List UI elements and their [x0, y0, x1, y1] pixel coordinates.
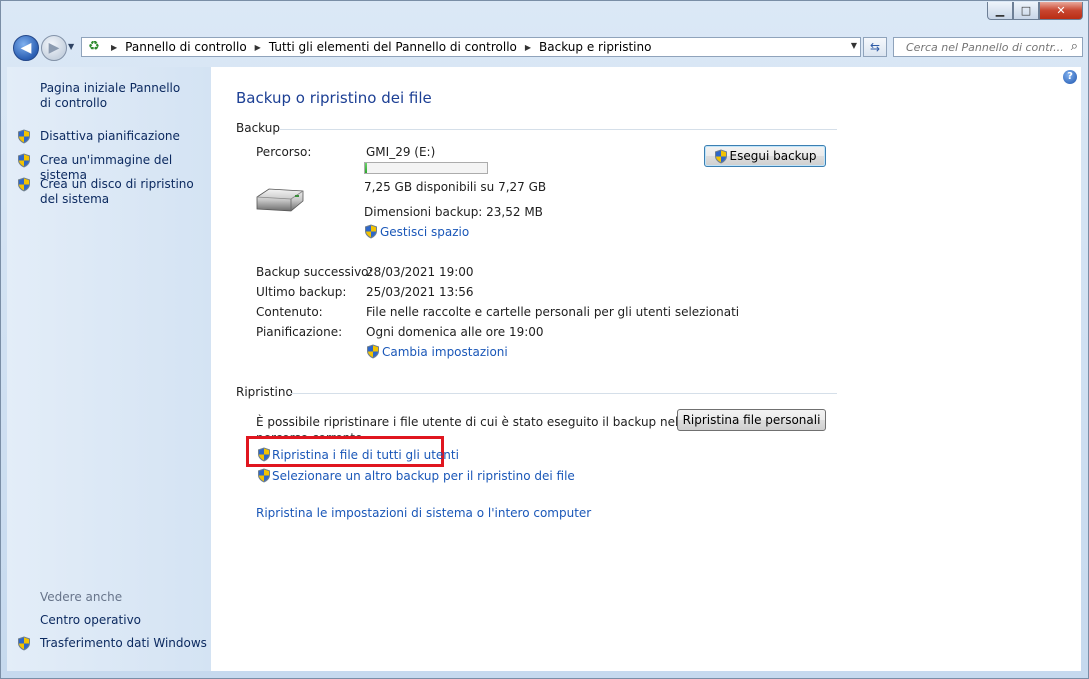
location-label: Percorso:: [256, 145, 312, 159]
manage-space-link[interactable]: Gestisci spazio: [380, 225, 469, 239]
sidebar-item-action-center[interactable]: Centro operativo: [40, 613, 141, 628]
backup-restore-window: ▁ □ ✕ ◀ ▶ ▼ ♻ ▶ Pannello di controllo ▶ …: [0, 0, 1089, 679]
restore-personal-files-button[interactable]: Ripristina file personali: [677, 409, 826, 431]
schedule-value: Ogni domenica alle ore 19:00: [366, 325, 544, 339]
sidebar-item-disable-schedule[interactable]: Disattiva pianificazione: [40, 129, 180, 144]
maximize-button[interactable]: □: [1013, 2, 1039, 20]
drive-usage-bar: [364, 162, 488, 174]
restore-group-header: Ripristino: [236, 385, 293, 399]
breadcrumb-separator-icon[interactable]: ▶: [525, 43, 531, 52]
change-settings-link[interactable]: Cambia impostazioni: [382, 345, 508, 359]
backup-group-header: Backup: [236, 121, 280, 135]
uac-shield-icon: [257, 447, 271, 462]
search-box[interactable]: ⌕: [893, 37, 1083, 57]
help-icon[interactable]: ?: [1063, 70, 1077, 84]
drive-usage-fill: [365, 163, 368, 173]
breadcrumb-backup-restore[interactable]: Backup e ripristino: [539, 40, 651, 54]
next-backup-label: Backup successivo:: [256, 265, 373, 279]
backup-group-divider: [279, 129, 837, 130]
select-other-backup-link[interactable]: Selezionare un altro backup per il ripri…: [272, 469, 575, 483]
uac-shield-icon: [17, 636, 31, 651]
sidebar-item-create-repair-disc[interactable]: Crea un disco di ripristino del sistema: [40, 177, 205, 207]
last-backup-value: 25/03/2021 13:56: [366, 285, 474, 299]
restore-system-link[interactable]: Ripristina le impostazioni di sistema o …: [256, 506, 591, 520]
usb-drive-icon: [256, 188, 304, 212]
sidebar-home-link[interactable]: Pagina iniziale Pannello di controllo: [40, 81, 190, 111]
see-also-heading: Vedere anche: [40, 590, 123, 604]
minimize-button[interactable]: ▁: [987, 2, 1013, 20]
run-backup-button[interactable]: Esegui backup: [704, 145, 826, 167]
next-backup-value: 28/03/2021 19:00: [366, 265, 474, 279]
search-input[interactable]: [904, 39, 1068, 55]
sidebar: Pagina iniziale Pannello di controllo Di…: [7, 67, 211, 671]
navigation-bar: ◀ ▶ ▼ ♻ ▶ Pannello di controllo ▶ Tutti …: [9, 33, 1083, 61]
uac-shield-icon: [257, 468, 271, 483]
breadcrumb-separator-icon[interactable]: ▶: [255, 43, 261, 52]
close-button[interactable]: ✕: [1039, 2, 1083, 20]
schedule-label: Pianificazione:: [256, 325, 343, 339]
page-title: Backup o ripristino dei file: [236, 89, 432, 107]
run-backup-label: Esegui backup: [729, 149, 817, 163]
last-backup-label: Ultimo backup:: [256, 285, 347, 299]
uac-shield-icon: [366, 344, 380, 359]
search-icon[interactable]: ⌕: [1071, 39, 1078, 54]
address-bar[interactable]: ♻ ▶ Pannello di controllo ▶ Tutti gli el…: [81, 37, 861, 57]
recent-pages-dropdown-icon[interactable]: ▼: [68, 42, 74, 51]
uac-shield-icon: [714, 149, 728, 164]
address-dropdown-icon[interactable]: ▼: [851, 41, 857, 50]
uac-shield-icon: [364, 224, 378, 239]
breadcrumb-all-items[interactable]: Tutti gli elementi del Pannello di contr…: [269, 40, 517, 54]
forward-arrow-icon[interactable]: ▶: [41, 35, 67, 61]
control-panel-icon: ♻: [88, 39, 100, 54]
caption-buttons: ▁ □ ✕: [987, 2, 1083, 20]
breadcrumb-control-panel[interactable]: Pannello di controllo: [125, 40, 247, 54]
refresh-button[interactable]: ⇆: [863, 37, 887, 57]
breadcrumb-separator-icon[interactable]: ▶: [111, 43, 117, 52]
contents-value: File nelle raccolte e cartelle personali…: [366, 305, 740, 319]
uac-shield-icon: [17, 153, 31, 168]
backup-size-text: Dimensioni backup: 23,52 MB: [364, 205, 543, 219]
restore-all-users-link[interactable]: Ripristina i file di tutti gli utenti: [272, 448, 459, 462]
back-arrow-icon[interactable]: ◀: [13, 35, 39, 61]
uac-shield-icon: [17, 177, 31, 192]
main-content: ? Backup o ripristino dei file Backup Pe…: [211, 67, 1081, 671]
free-space-text: 7,25 GB disponibili su 7,27 GB: [364, 180, 547, 194]
uac-shield-icon: [17, 129, 31, 144]
contents-label: Contenuto:: [256, 305, 323, 319]
restore-group-divider: [291, 393, 837, 394]
drive-name: GMI_29 (E:): [366, 145, 436, 159]
sidebar-item-easy-transfer[interactable]: Trasferimento dati Windows: [40, 636, 207, 651]
restore-description-line1: È possibile ripristinare i file utente d…: [256, 415, 679, 429]
